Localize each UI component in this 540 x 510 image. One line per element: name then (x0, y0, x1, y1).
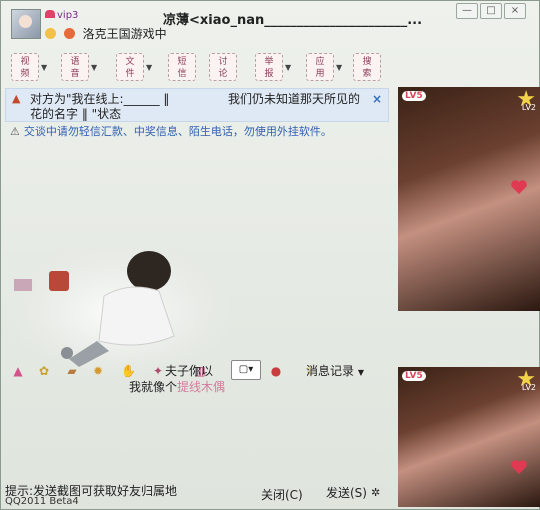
message-input[interactable]: 我就像个提线木偶 (129, 378, 225, 395)
vip-badge: vip3 (45, 10, 78, 21)
sms-button[interactable]: 短 信 (168, 53, 196, 81)
self-photo[interactable]: LV5 ★ LV2 (398, 367, 540, 507)
contact-title: 凉薄<xiao_nan______________________... (163, 13, 423, 28)
contact-avatar[interactable] (11, 9, 41, 39)
fruit-icon[interactable]: ● (269, 364, 283, 378)
chevron-down-icon[interactable]: ▼ (146, 63, 152, 72)
toolbar-apps[interactable]: 应 用 ▼ (306, 51, 342, 83)
close-button[interactable]: 关闭(C) (261, 486, 303, 503)
report-button[interactable]: 举 报 (255, 53, 283, 81)
toolbar-sms[interactable]: 短 信 (168, 51, 196, 83)
heart-icon (511, 180, 527, 194)
security-tip-text: 交谈中请勿轻信汇款、中奖信息、陌生电话，勿使用外挂软件。 (23, 125, 332, 138)
maximize-button[interactable]: □ (480, 3, 502, 19)
close-window-button[interactable]: × (504, 3, 526, 19)
voice-button[interactable]: 语 音 (61, 53, 89, 81)
chevron-down-icon[interactable]: ▼ (41, 63, 47, 72)
send-button[interactable]: 发送(S) (326, 484, 367, 501)
chevron-down-icon[interactable]: ▼ (91, 63, 97, 72)
shake-icon[interactable]: ✋ (121, 364, 136, 378)
toolbar-file[interactable]: 文 件 ▼ (116, 51, 152, 83)
security-tip: ⚠ 交谈中请勿轻信汇款、中奖信息、陌生电话，勿使用外挂软件。 (10, 123, 332, 139)
level-badge: LV5 (402, 371, 426, 381)
toolbar-voice[interactable]: 语 音 ▼ (61, 51, 97, 83)
version-label: QQ2011 Beta4 (5, 496, 79, 507)
input-top-text: 夫子你以 (165, 364, 214, 378)
status-text: 洛克王国游戏中 (82, 27, 167, 41)
message-record-button[interactable]: 消息记录 ▼ (306, 362, 364, 379)
toolbar-report[interactable]: 举 报 ▼ (255, 51, 291, 83)
warning-icon: ▲ (12, 92, 21, 105)
toolbar-discuss[interactable]: 讨 论 (209, 51, 237, 83)
heart-icon (45, 10, 55, 18)
level-badge: LV5 (402, 91, 426, 101)
vip-label: vip3 (57, 10, 79, 21)
file-button[interactable]: 文 件 (116, 53, 144, 81)
level2-badge: LV2 (521, 103, 536, 112)
message-record-label: 消息记录 (306, 364, 355, 378)
discuss-button[interactable]: 讨 论 (209, 53, 237, 81)
screenshot-button[interactable]: ▢▾ (231, 360, 261, 380)
video-button[interactable]: 视 频 (11, 53, 39, 81)
toolbar-search[interactable]: 搜 索 (353, 51, 381, 83)
font-icon[interactable]: ▲ (11, 364, 25, 378)
status-row: 洛克王国游戏中 (45, 25, 167, 42)
chat-background-illustration (9, 241, 229, 371)
status-icon (45, 28, 56, 39)
search-button[interactable]: 搜 索 (353, 53, 381, 81)
notice-line1-right: 我们仍未知道那天所见的 (228, 92, 361, 106)
emoji-icon[interactable]: ✿ (37, 364, 51, 378)
status-notice: ▲ 对方为"我在线上:______ ‖ 我们仍未知道那天所见的 花的名字 ‖ "… (5, 88, 389, 122)
contact-photo[interactable]: LV5 ★ LV2 (398, 87, 540, 311)
chevron-down-icon[interactable]: ▼ (358, 368, 364, 377)
gift-icon[interactable]: ✦ (151, 364, 165, 378)
apps-button[interactable]: 应 用 (306, 53, 334, 81)
input-text-main: 我就像个 (129, 380, 178, 394)
game-icon (63, 28, 75, 39)
chevron-down-icon[interactable]: ▼ (336, 63, 342, 72)
chat-window: vip3 凉薄<xiao_nan______________________..… (0, 0, 540, 510)
bubble-icon[interactable]: ✹ (91, 364, 105, 378)
chevron-down-icon[interactable]: ▼ (285, 63, 291, 72)
level2-badge: LV2 (521, 383, 536, 392)
send-options-icon[interactable]: ✲ (371, 486, 385, 499)
close-icon[interactable]: × (372, 92, 382, 106)
warning-icon: ⚠ (10, 125, 20, 138)
magic-expression-icon[interactable]: ▰ (65, 364, 79, 378)
minimize-button[interactable]: — (456, 3, 478, 19)
input-text-pink: 提线木偶 (177, 380, 226, 394)
notice-line2: 花的名字 ‖ "状态 (30, 107, 122, 121)
toolbar-video[interactable]: 视 频 ▼ (11, 51, 47, 83)
heart-icon (511, 460, 527, 474)
